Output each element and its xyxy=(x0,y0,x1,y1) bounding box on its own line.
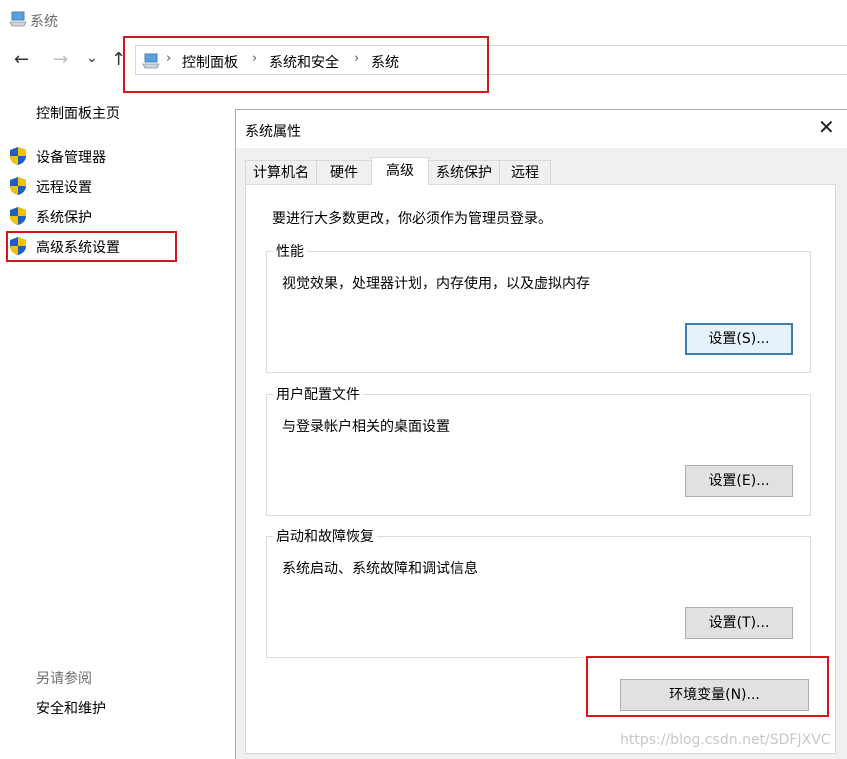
dialog-titlebar xyxy=(236,110,847,148)
tab-advanced[interactable]: 高级 xyxy=(371,157,429,185)
group-user-profiles: 用户配置文件 与登录帐户相关的桌面设置 设置(E)... xyxy=(266,384,811,516)
group-startup-recovery: 启动和故障恢复 系统启动、系统故障和调试信息 设置(T)... xyxy=(266,526,811,658)
user-profiles-description: 与登录帐户相关的桌面设置 xyxy=(282,419,450,435)
close-icon[interactable]: ✕ xyxy=(818,117,835,137)
performance-settings-button[interactable]: 设置(S)... xyxy=(685,323,793,355)
group-performance: 性能 视觉效果，处理器计划，内存使用，以及虚拟内存 设置(S)... xyxy=(266,241,811,373)
tab-system-protection[interactable]: 系统保护 xyxy=(428,160,500,184)
control-panel-home-link[interactable]: 控制面板主页 xyxy=(36,103,120,123)
recent-locations-button[interactable]: ⌄ xyxy=(86,48,98,68)
startup-recovery-description: 系统启动、系统故障和调试信息 xyxy=(282,561,478,577)
forward-button[interactable]: → xyxy=(53,50,68,70)
left-item-device-manager[interactable]: 设备管理器 xyxy=(36,147,106,167)
tab-hardware[interactable]: 硬件 xyxy=(316,160,372,184)
see-also-heading: 另请参阅 xyxy=(36,671,92,687)
computer-icon xyxy=(9,11,27,27)
tab-remote[interactable]: 远程 xyxy=(499,160,551,184)
startup-recovery-settings-button[interactable]: 设置(T)... xyxy=(685,607,793,639)
window-title: 系统 xyxy=(30,14,58,30)
highlight-box-env-variables xyxy=(586,656,829,717)
user-profiles-settings-button[interactable]: 设置(E)... xyxy=(685,465,793,497)
security-maintenance-link[interactable]: 安全和维护 xyxy=(36,698,106,718)
group-title-user-profiles: 用户配置文件 xyxy=(273,384,363,404)
group-title-performance: 性能 xyxy=(273,241,307,261)
back-button[interactable]: ← xyxy=(14,50,29,70)
tab-computer-name[interactable]: 计算机名 xyxy=(245,160,317,184)
group-title-startup-recovery: 启动和故障恢复 xyxy=(273,526,377,546)
dialog-title: 系统属性 xyxy=(245,124,301,140)
left-item-system-protection[interactable]: 系统保护 xyxy=(36,207,92,227)
highlight-box-advanced-settings xyxy=(6,231,177,262)
uac-shield-icon xyxy=(10,177,26,195)
performance-description: 视觉效果，处理器计划，内存使用，以及虚拟内存 xyxy=(282,276,590,292)
left-item-remote-settings[interactable]: 远程设置 xyxy=(36,177,92,197)
uac-shield-icon xyxy=(10,207,26,225)
watermark: https://blog.csdn.net/SDFJXVC xyxy=(620,732,831,748)
admin-notice: 要进行大多数更改，你必须作为管理员登录。 xyxy=(272,211,552,227)
highlight-box-breadcrumb xyxy=(123,36,489,93)
uac-shield-icon xyxy=(10,147,26,165)
